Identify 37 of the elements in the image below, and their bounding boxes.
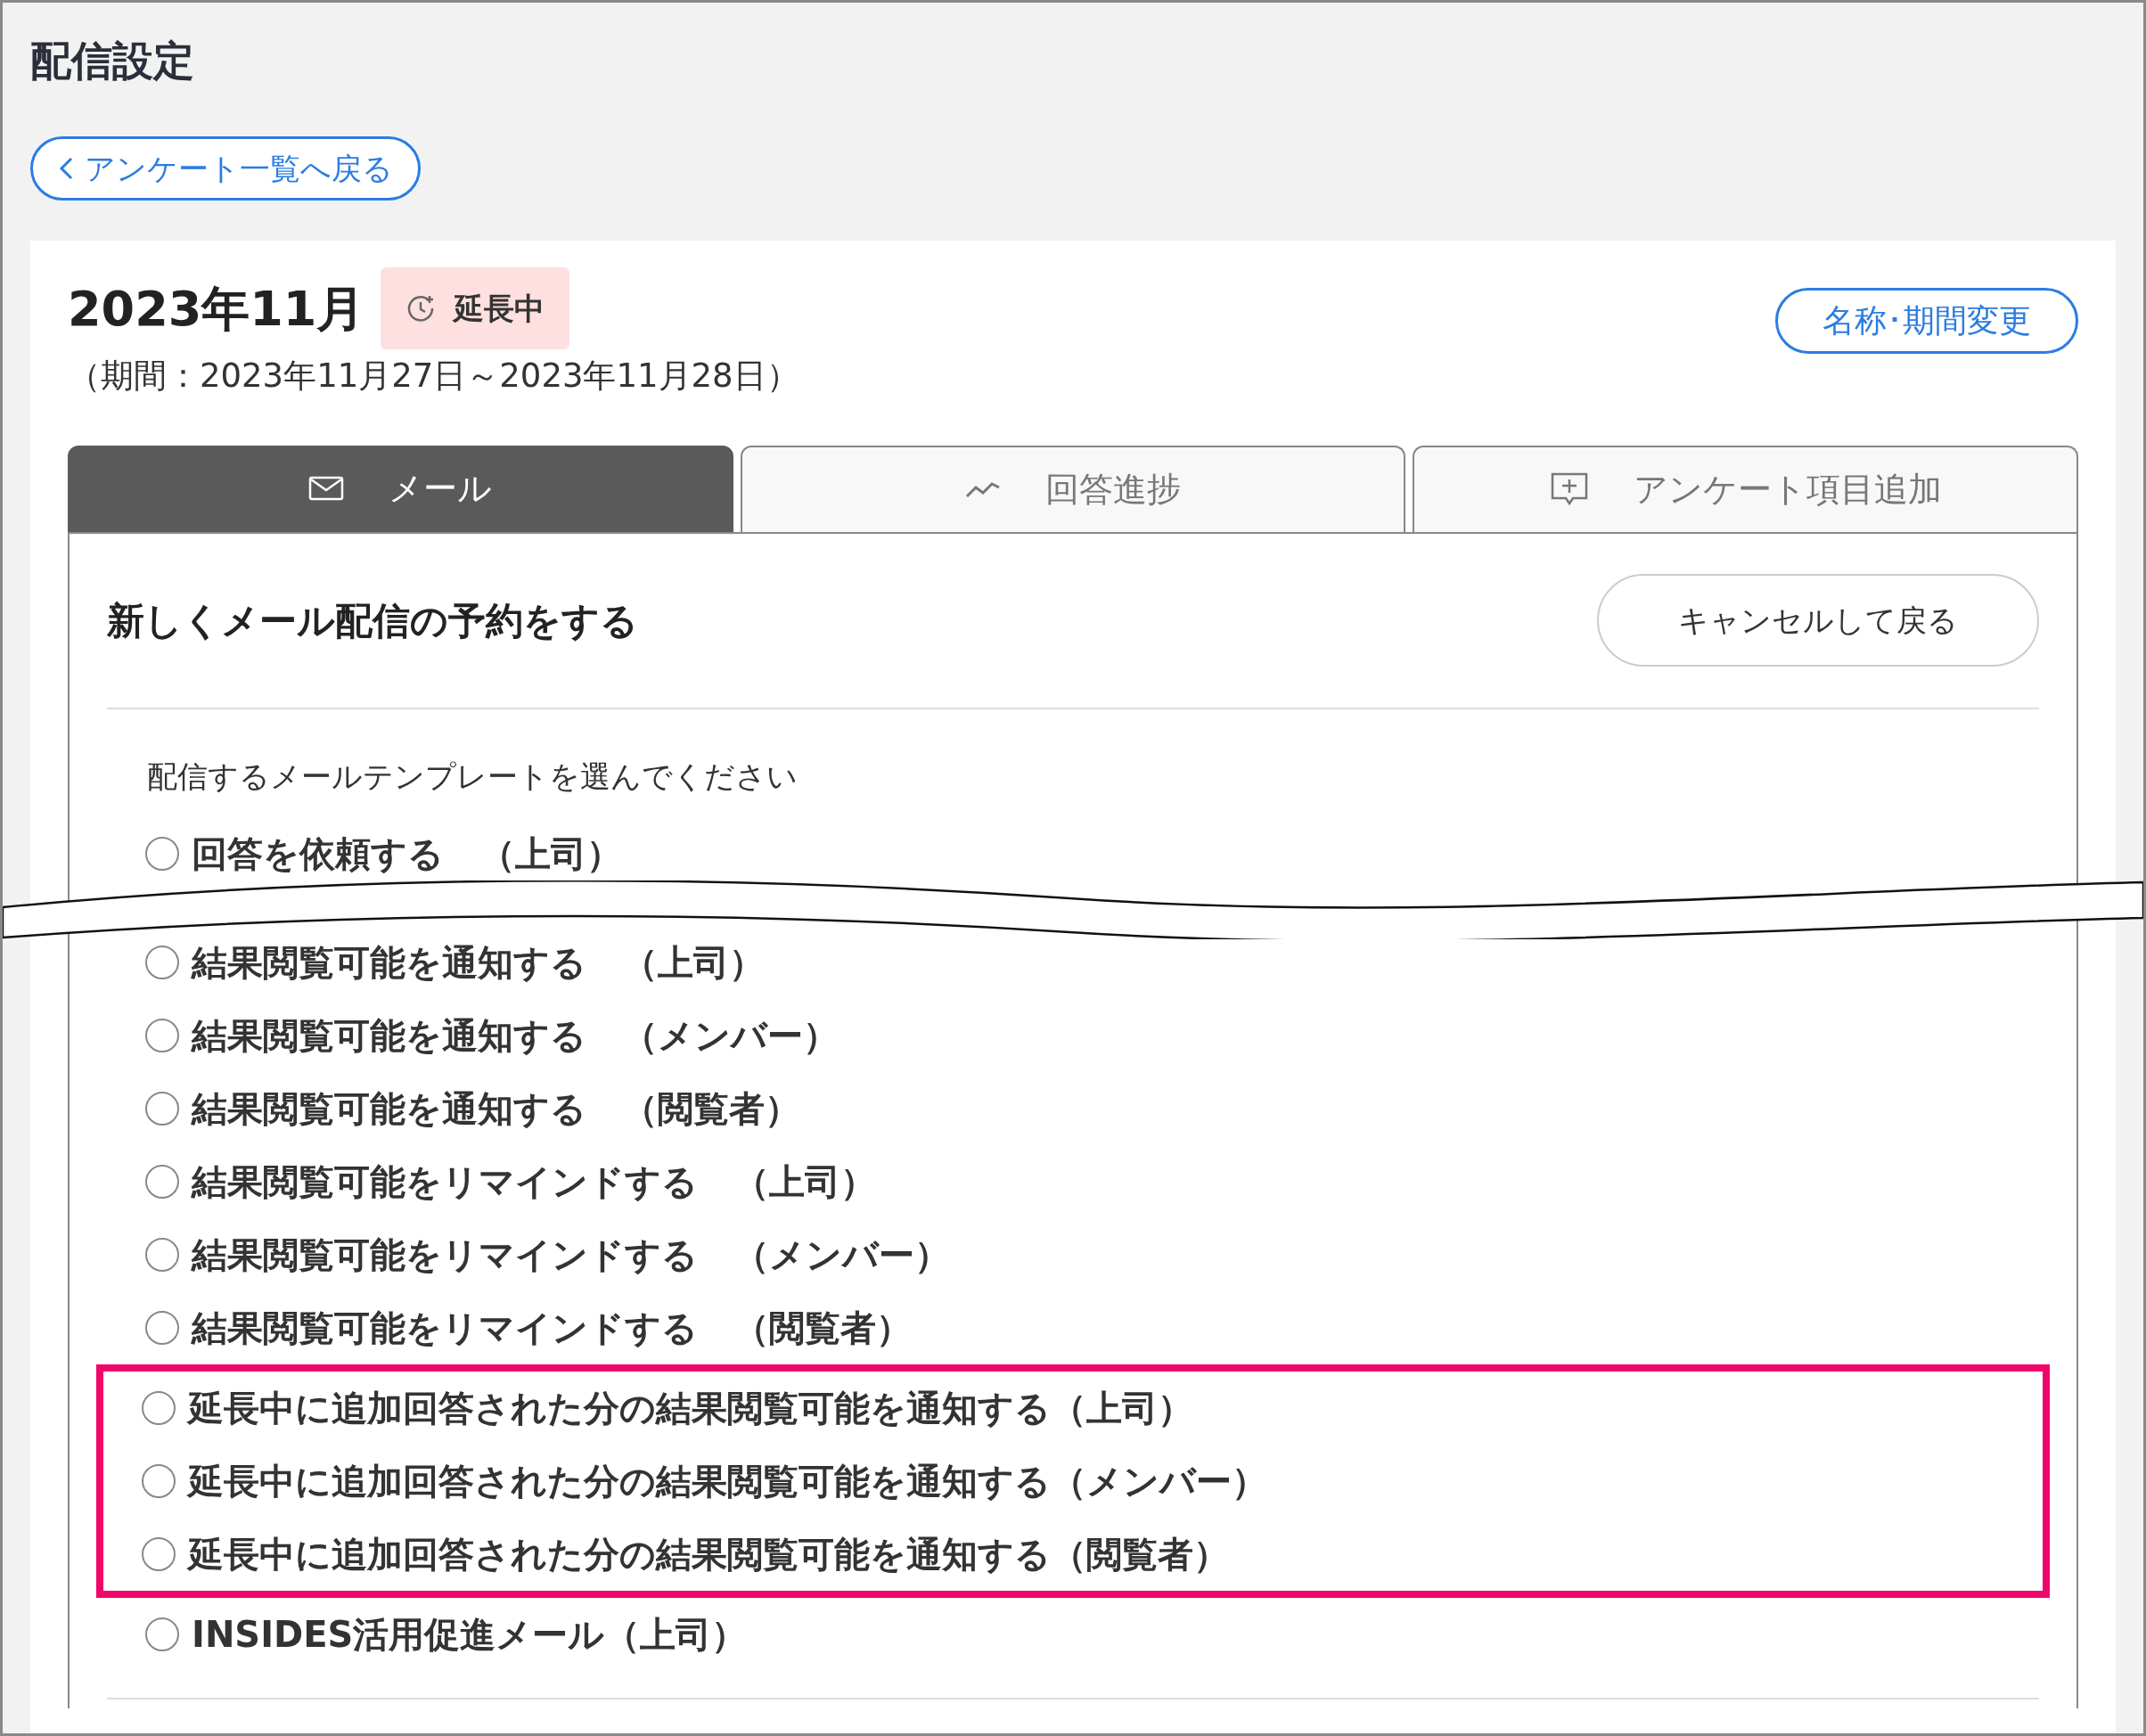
radio-button[interactable]: [145, 1237, 179, 1272]
radio-button[interactable]: [145, 1310, 179, 1345]
template-option[interactable]: INSIDES活用促進メール（上司）: [192, 1607, 748, 1661]
rename-button[interactable]: 名称･期間変更: [1775, 288, 2078, 354]
radio-button[interactable]: [145, 945, 179, 979]
cancel-button[interactable]: キャンセルして戻る: [1597, 574, 2039, 667]
radio-button[interactable]: [145, 1617, 179, 1651]
template-option[interactable]: 回答を依頼する （上司）: [192, 826, 622, 880]
radio-button[interactable]: [145, 1091, 179, 1126]
add-comment-icon: [1549, 471, 1589, 507]
chevron-left-icon: [58, 156, 74, 181]
template-option[interactable]: 延長中に追加回答された分の結果閲覧可能を通知する（上司）: [188, 1380, 1193, 1435]
mail-icon: [308, 476, 345, 501]
tab[interactable]: 回答進捗: [740, 445, 1406, 532]
back-button[interactable]: アンケート一覧へ戻る: [30, 136, 421, 201]
template-option[interactable]: 結果閲覧可能をリマインドする （閲覧者）: [192, 1300, 912, 1355]
radio-button[interactable]: [145, 1164, 179, 1199]
panel-heading: 新しくメール配信の予約をする: [107, 597, 638, 644]
template-option[interactable]: 結果閲覧可能をリマインドする （メンバー）: [192, 1227, 950, 1282]
template-option[interactable]: 結果閲覧可能を通知する （上司）: [192, 935, 765, 989]
radio-button[interactable]: [145, 1018, 179, 1052]
survey-name: 2023年11月: [68, 279, 365, 339]
page-title: 配信設定: [30, 36, 195, 86]
template-option[interactable]: 結果閲覧可能をリマインドする （上司）: [192, 1154, 876, 1208]
template-prompt: 配信するメールテンプレートを選んでください: [147, 757, 799, 796]
radio-button[interactable]: [145, 836, 179, 871]
tab[interactable]: メール: [68, 445, 733, 532]
template-option[interactable]: 結果閲覧可能を通知する （閲覧者）: [192, 1081, 800, 1135]
radio-button[interactable]: [142, 1536, 176, 1571]
radio-button[interactable]: [142, 1463, 176, 1498]
status-badge: 延長中: [381, 267, 570, 349]
radio-button[interactable]: [142, 1390, 176, 1425]
survey-period: （期間：2023年11月27日～2023年11月28日）: [68, 356, 799, 397]
tab[interactable]: アンケート項目追加: [1413, 445, 2078, 532]
template-option[interactable]: 延長中に追加回答された分の結果閲覧可能を通知する（メンバー）: [188, 1453, 1267, 1508]
template-option[interactable]: 延長中に追加回答された分の結果閲覧可能を通知する（閲覧者）: [188, 1527, 1229, 1581]
template-option[interactable]: 結果閲覧可能を通知する （メンバー）: [192, 1008, 839, 1062]
